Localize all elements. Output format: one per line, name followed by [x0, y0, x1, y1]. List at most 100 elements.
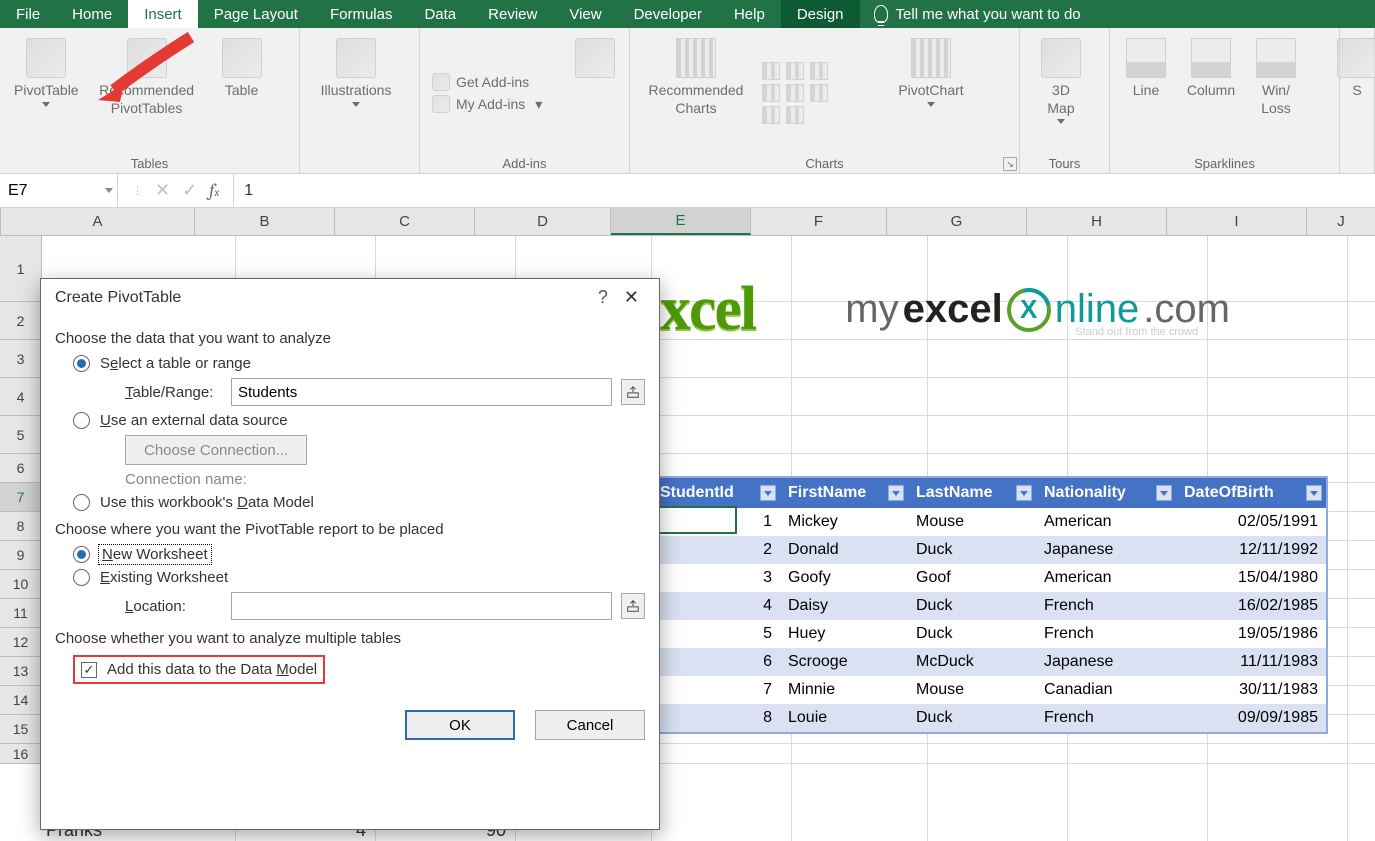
table-cell[interactable]: Duck	[908, 704, 1036, 732]
table-cell[interactable]: 12/11/1992	[1176, 536, 1326, 564]
select-all-corner[interactable]	[0, 208, 1, 235]
table-cell[interactable]: 5	[652, 620, 780, 648]
col-header-b[interactable]: B	[195, 208, 335, 235]
table-cell[interactable]: American	[1036, 508, 1176, 536]
col-chart-icon[interactable]	[762, 62, 780, 80]
filter-icon[interactable]	[1306, 485, 1322, 501]
row-header-14[interactable]: 14	[0, 686, 42, 715]
tab-review[interactable]: Review	[472, 0, 553, 28]
option-new-worksheet[interactable]: New Worksheet	[73, 546, 645, 563]
row-header-3[interactable]: 3	[0, 340, 42, 378]
table-cell[interactable]: 2	[652, 536, 780, 564]
tab-page-layout[interactable]: Page Layout	[198, 0, 314, 28]
table-cell[interactable]: Mouse	[908, 676, 1036, 704]
radio-new-worksheet[interactable]	[73, 546, 90, 563]
col-header-e[interactable]: E	[611, 208, 751, 235]
col-header-j[interactable]: J	[1307, 208, 1375, 235]
row-header-9[interactable]: 9	[0, 541, 42, 570]
option-external-source[interactable]: Use an external data source	[73, 412, 645, 429]
get-addins-button[interactable]: Get Add-ins	[432, 73, 561, 91]
table-cell[interactable]: Canadian	[1036, 676, 1176, 704]
table-cell[interactable]: Louie	[780, 704, 908, 732]
bar-chart-icon[interactable]	[762, 84, 780, 102]
row-header-7[interactable]: 7	[0, 483, 42, 512]
dialog-titlebar[interactable]: Create PivotTable ? ✕	[41, 279, 659, 314]
col-header-g[interactable]: G	[887, 208, 1027, 235]
table-cell[interactable]: Goof	[908, 564, 1036, 592]
pivot-table-button[interactable]: PivotTable	[6, 32, 87, 154]
recommended-charts-button[interactable]: Recommended Charts	[636, 32, 756, 154]
table-cell[interactable]: Huey	[780, 620, 908, 648]
combo-chart-icon[interactable]	[810, 84, 828, 102]
table-cell[interactable]: Mouse	[908, 508, 1036, 536]
table-cell[interactable]: Minnie	[780, 676, 908, 704]
map-chart-icon[interactable]	[786, 106, 804, 124]
table-cell[interactable]: Mickey	[780, 508, 908, 536]
dialog-close-button[interactable]: ✕	[618, 287, 645, 308]
dialog-help-button[interactable]: ?	[588, 287, 618, 308]
table-cell[interactable]: 8	[652, 704, 780, 732]
formula-cancel-button[interactable]: ✕	[155, 180, 170, 201]
th-lastname[interactable]: LastName	[908, 478, 1036, 508]
row-header-6[interactable]: 6	[0, 454, 42, 483]
col-header-a[interactable]: A	[1, 208, 195, 235]
filter-icon[interactable]	[1156, 485, 1172, 501]
recommended-pivot-button[interactable]: Recommended PivotTables	[87, 32, 207, 154]
tab-formulas[interactable]: Formulas	[314, 0, 409, 28]
table-cell[interactable]: 15/04/1980	[1176, 564, 1326, 592]
option-existing-worksheet[interactable]: Existing Worksheet	[73, 569, 645, 586]
formula-input[interactable]: 1	[234, 174, 1375, 207]
filter-icon[interactable]	[888, 485, 904, 501]
table-cell[interactable]: 6	[652, 648, 780, 676]
collapse-dialog-button-2[interactable]	[621, 593, 645, 619]
location-input[interactable]	[231, 592, 612, 620]
col-header-c[interactable]: C	[335, 208, 475, 235]
tab-view[interactable]: View	[553, 0, 617, 28]
table-button[interactable]: Table	[207, 32, 277, 154]
table-cell[interactable]: 3	[652, 564, 780, 592]
fx-button[interactable]: fx	[209, 180, 219, 201]
table-cell[interactable]: McDuck	[908, 648, 1036, 676]
charts-dialog-launcher[interactable]: ↘	[1003, 157, 1017, 171]
th-dateofbirth[interactable]: DateOfBirth	[1176, 478, 1326, 508]
row-header-16[interactable]: 16	[0, 744, 42, 764]
col-header-d[interactable]: D	[475, 208, 611, 235]
option-data-model[interactable]: Use this workbook's Data Model	[73, 494, 645, 511]
cancel-button[interactable]: Cancel	[535, 710, 645, 740]
my-addins-button[interactable]: My Add-ins ▾	[432, 95, 561, 113]
radio-select-table[interactable]	[73, 355, 90, 372]
row-header-5[interactable]: 5	[0, 416, 42, 454]
table-cell[interactable]: French	[1036, 704, 1176, 732]
line-chart-icon[interactable]	[786, 62, 804, 80]
table-cell[interactable]: Japanese	[1036, 648, 1176, 676]
filter-icon[interactable]	[1016, 485, 1032, 501]
th-nationality[interactable]: Nationality	[1036, 478, 1176, 508]
table-cell[interactable]: 09/09/1985	[1176, 704, 1326, 732]
tab-design[interactable]: Design	[781, 0, 860, 28]
row-header-1[interactable]: 1	[0, 236, 42, 302]
table-cell[interactable]: Duck	[908, 620, 1036, 648]
table-cell[interactable]: Goofy	[780, 564, 908, 592]
table-cell[interactable]: 16/02/1985	[1176, 592, 1326, 620]
row-header-11[interactable]: 11	[0, 599, 42, 628]
radio-data-model[interactable]	[73, 494, 90, 511]
tab-home[interactable]: Home	[56, 0, 128, 28]
row-header-8[interactable]: 8	[0, 512, 42, 541]
table-cell[interactable]: 7	[652, 676, 780, 704]
table-cell[interactable]: 02/05/1991	[1176, 508, 1326, 536]
sparkline-column-button[interactable]: Column	[1176, 32, 1246, 154]
slicer-button[interactable]: S	[1346, 32, 1368, 171]
tab-developer[interactable]: Developer	[618, 0, 718, 28]
pivot-chart-button[interactable]: PivotChart	[876, 32, 986, 154]
tab-insert[interactable]: Insert	[128, 0, 198, 28]
table-range-input[interactable]	[231, 378, 612, 406]
radio-existing-worksheet[interactable]	[73, 569, 90, 586]
table-cell[interactable]: Duck	[908, 592, 1036, 620]
tab-file[interactable]: File	[0, 0, 56, 28]
table-cell[interactable]: French	[1036, 620, 1176, 648]
checkbox-add-to-data-model[interactable]: ✓	[81, 662, 97, 678]
bing-maps-button[interactable]	[567, 32, 623, 154]
scatter-chart-icon[interactable]	[762, 106, 780, 124]
row-header-12[interactable]: 12	[0, 628, 42, 657]
table-cell[interactable]: Scrooge	[780, 648, 908, 676]
